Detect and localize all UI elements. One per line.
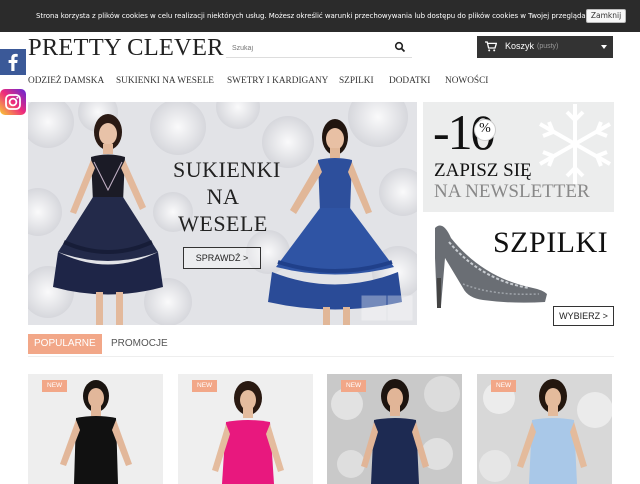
hero-cta-button[interactable]: SPRAWDŹ > [183,247,261,269]
cart-icon [485,41,497,52]
heels-cta-button[interactable]: WYBIERZ > [553,306,614,326]
cart-status: (pusty) [537,43,559,50]
heels-title: SZPILKI [493,226,609,259]
product-card[interactable]: NEW [327,374,462,484]
new-badge: NEW [42,380,68,392]
cookie-text: Strona korzysta z plików cookies w celu … [36,12,599,20]
discount-percent: % [479,121,491,136]
newsletter-line-1: ZAPISZ SIĘ [434,160,532,181]
nav-item-nowosci[interactable]: NOWOŚCI [445,76,488,86]
newsletter-promo[interactable]: -10 % ZAPISZ SIĘ NA NEWSLETTER [423,102,614,212]
hero-banner[interactable]: SUKIENKI NA WESELE SPRAWDŹ > [28,102,417,325]
cookie-bar: Strona korzysta z plików cookies w celu … [0,0,640,32]
cart-button[interactable]: Koszyk (pusty) [477,36,613,58]
hero-title-line-3: WESELE [178,211,268,236]
newsletter-line-2: NA NEWSLETTER [434,181,590,202]
new-badge: NEW [341,380,367,392]
cart-label: Koszyk [505,41,535,51]
nav-item-odziez-damska[interactable]: ODZIEŻ DAMSKA [28,76,104,86]
nav-item-dodatki[interactable]: DODATKI [389,76,430,86]
search-input[interactable] [226,38,386,58]
hero-title-line-2: NA [206,184,240,209]
tab-popularne[interactable]: POPULARNE [28,334,102,354]
nav-item-sukienki-na-wesele[interactable]: SUKIENKI NA WESELE [116,76,214,86]
cookie-close-button[interactable]: Zamknij [586,9,626,23]
logo[interactable]: PRETTY CLEVER [28,34,224,62]
instagram-icon[interactable] [0,89,26,115]
product-card[interactable]: NEW [477,374,612,484]
nav-item-szpilki[interactable]: SZPILKI [339,76,374,86]
search-bar [226,38,412,58]
chevron-down-icon [601,45,607,49]
product-card[interactable]: NEW [178,374,313,484]
new-badge: NEW [192,380,218,392]
nav-item-swetry-i-kardigany[interactable]: SWETRY I KARDIGANY [227,76,328,86]
tab-promocje[interactable]: PROMOCJE [105,334,174,354]
heels-promo[interactable]: SZPILKI WYBIERZ > [423,218,614,326]
new-badge: NEW [491,380,517,392]
facebook-icon[interactable] [0,49,26,75]
hero-title-line-1: SUKIENKI [173,157,281,182]
search-icon[interactable] [394,41,406,53]
tabs-divider [28,356,614,357]
product-card[interactable]: NEW [28,374,163,484]
